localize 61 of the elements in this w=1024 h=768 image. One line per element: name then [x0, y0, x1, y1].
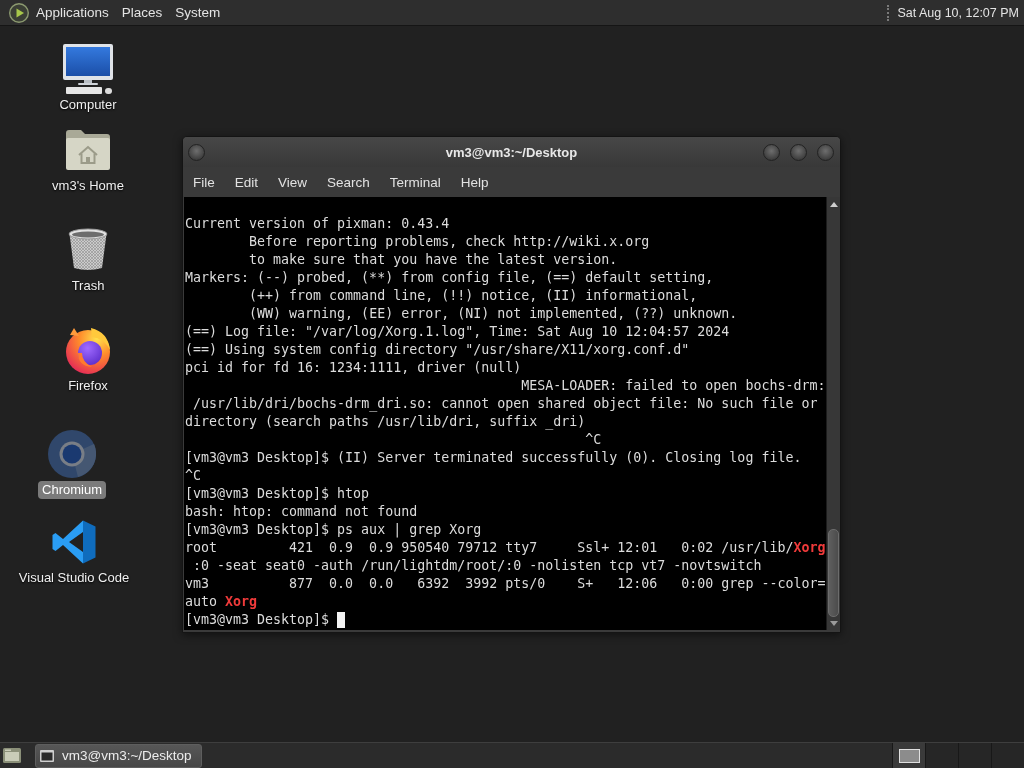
- terminal-icon: [40, 749, 54, 762]
- desktop-icon-label[interactable]: Computer: [55, 96, 121, 114]
- fox-globe-icon[interactable]: [64, 326, 112, 374]
- terminal-line: vm3 877 0.0 0.0 6392 3992 pts/0 S+ 12:06 0:00 grep --color=: [185, 575, 826, 593]
- menu-item[interactable]: View: [268, 169, 318, 195]
- workspace-button[interactable]: [892, 743, 925, 768]
- window-menu-button[interactable]: [188, 143, 205, 161]
- terminal-line: ^C: [185, 467, 201, 485]
- desktop-icon-label[interactable]: vm3's Home: [48, 177, 128, 195]
- play-logo-icon[interactable]: [9, 2, 29, 23]
- terminal-line: (==) Using system config directory "/usr/share/X11/xorg.conf.d": [185, 341, 690, 359]
- scroll-down-arrow-icon[interactable]: [829, 621, 838, 626]
- trash-can-icon[interactable]: [68, 228, 108, 272]
- menu-item[interactable]: Search: [317, 169, 380, 195]
- clock[interactable]: Sat Aug 10, 12:07 PM: [897, 5, 1024, 20]
- panel-menu[interactable]: Places: [115, 0, 169, 25]
- window-title: vm3@vm3:~/Desktop: [445, 144, 578, 160]
- terminal-line: root 421 0.9 0.9 950540 79712 tty7 Ssl+ 12:01 0:02 /usr/lib/Xorg: [185, 539, 826, 557]
- terminal-line: /usr/lib/dri/bochs-drm_dri.so: cannot open shared object file: No such file or: [193, 395, 818, 413]
- scrollbar-thumb[interactable]: [828, 529, 839, 617]
- terminal-line: MESA-LOADER: failed to open bochs-drm:: [521, 377, 826, 395]
- maximize-button[interactable]: [790, 143, 807, 161]
- menu-item[interactable]: Edit: [224, 169, 269, 195]
- menu-item[interactable]: Help: [450, 169, 499, 195]
- desktop-icon-label[interactable]: Firefox: [64, 377, 112, 395]
- desktop-icon-label[interactable]: Trash: [67, 277, 109, 295]
- terminal-line: Current version of pixman: 0.43.4: [185, 215, 450, 233]
- scrollbar[interactable]: [826, 197, 840, 630]
- ribbon-logo-icon[interactable]: [52, 520, 96, 564]
- terminal-line: auto Xorg: [185, 593, 258, 611]
- folder-icon[interactable]: [3, 748, 21, 763]
- close-button[interactable]: [817, 143, 834, 161]
- terminal-line: (==) Log file: "/var/log/Xorg.1.log", Time: Sat Aug 10 12:04:57 2024: [185, 323, 730, 341]
- title-bar[interactable]: vm3@vm3:~/Desktop: [183, 137, 840, 167]
- desktop-icon-label[interactable]: Chromium: [38, 481, 106, 499]
- terminal-line: [vm3@vm3 Desktop]$ htop: [185, 485, 370, 503]
- terminal-prompt: [vm3@vm3 Desktop]$: [185, 611, 330, 629]
- terminal-line: ^C: [585, 431, 602, 449]
- window-thumbnail-icon: [898, 748, 920, 763]
- terminal-line: bash: htop: command not found: [185, 503, 418, 521]
- taskbar-button[interactable]: vm3@vm3:~/Desktop: [35, 743, 202, 768]
- terminal-line: pci id for fd 16: 1234:1111, driver (null): [185, 359, 522, 377]
- desktop-icon-label[interactable]: Visual Studio Code: [14, 569, 134, 587]
- terminal-line: to make sure that you have the latest version.: [249, 251, 618, 269]
- menu-item[interactable]: File: [183, 169, 225, 195]
- monitor-icon[interactable]: [63, 44, 113, 94]
- scroll-up-arrow-icon[interactable]: [829, 202, 838, 207]
- terminal-line: :0 -seat seat0 -auth /run/lightdm/root/:0 -nolisten tcp vt7 -novtswitch: [193, 557, 762, 575]
- panel-menu[interactable]: Applications: [30, 0, 115, 25]
- terminal-line: directory (search paths /usr/lib/dri, suffix _dri): [185, 413, 586, 431]
- terminal-line: [vm3@vm3 Desktop]$ ps aux | grep Xorg: [185, 521, 482, 539]
- terminal-line: (WW) warning, (EE) error, (NI) not implemented, (??) unknown.: [249, 305, 738, 323]
- panel-menu[interactable]: System: [169, 0, 227, 25]
- ring-logo-icon[interactable]: [48, 430, 96, 478]
- home-folder-icon[interactable]: [66, 130, 110, 170]
- terminal-line: Markers: (--) probed, (**) from config file, (==) default setting,: [185, 269, 714, 287]
- menu-item[interactable]: Terminal: [379, 169, 451, 195]
- terminal-line: [vm3@vm3 Desktop]$ (II) Server terminated successfully (0). Closing log file.: [185, 449, 802, 467]
- minimize-button[interactable]: [763, 143, 780, 161]
- terminal-line: Before reporting problems, check http://wiki.x.org: [249, 233, 650, 251]
- terminal-line: (++) from command line, (!!) notice, (II) informational,: [249, 287, 698, 305]
